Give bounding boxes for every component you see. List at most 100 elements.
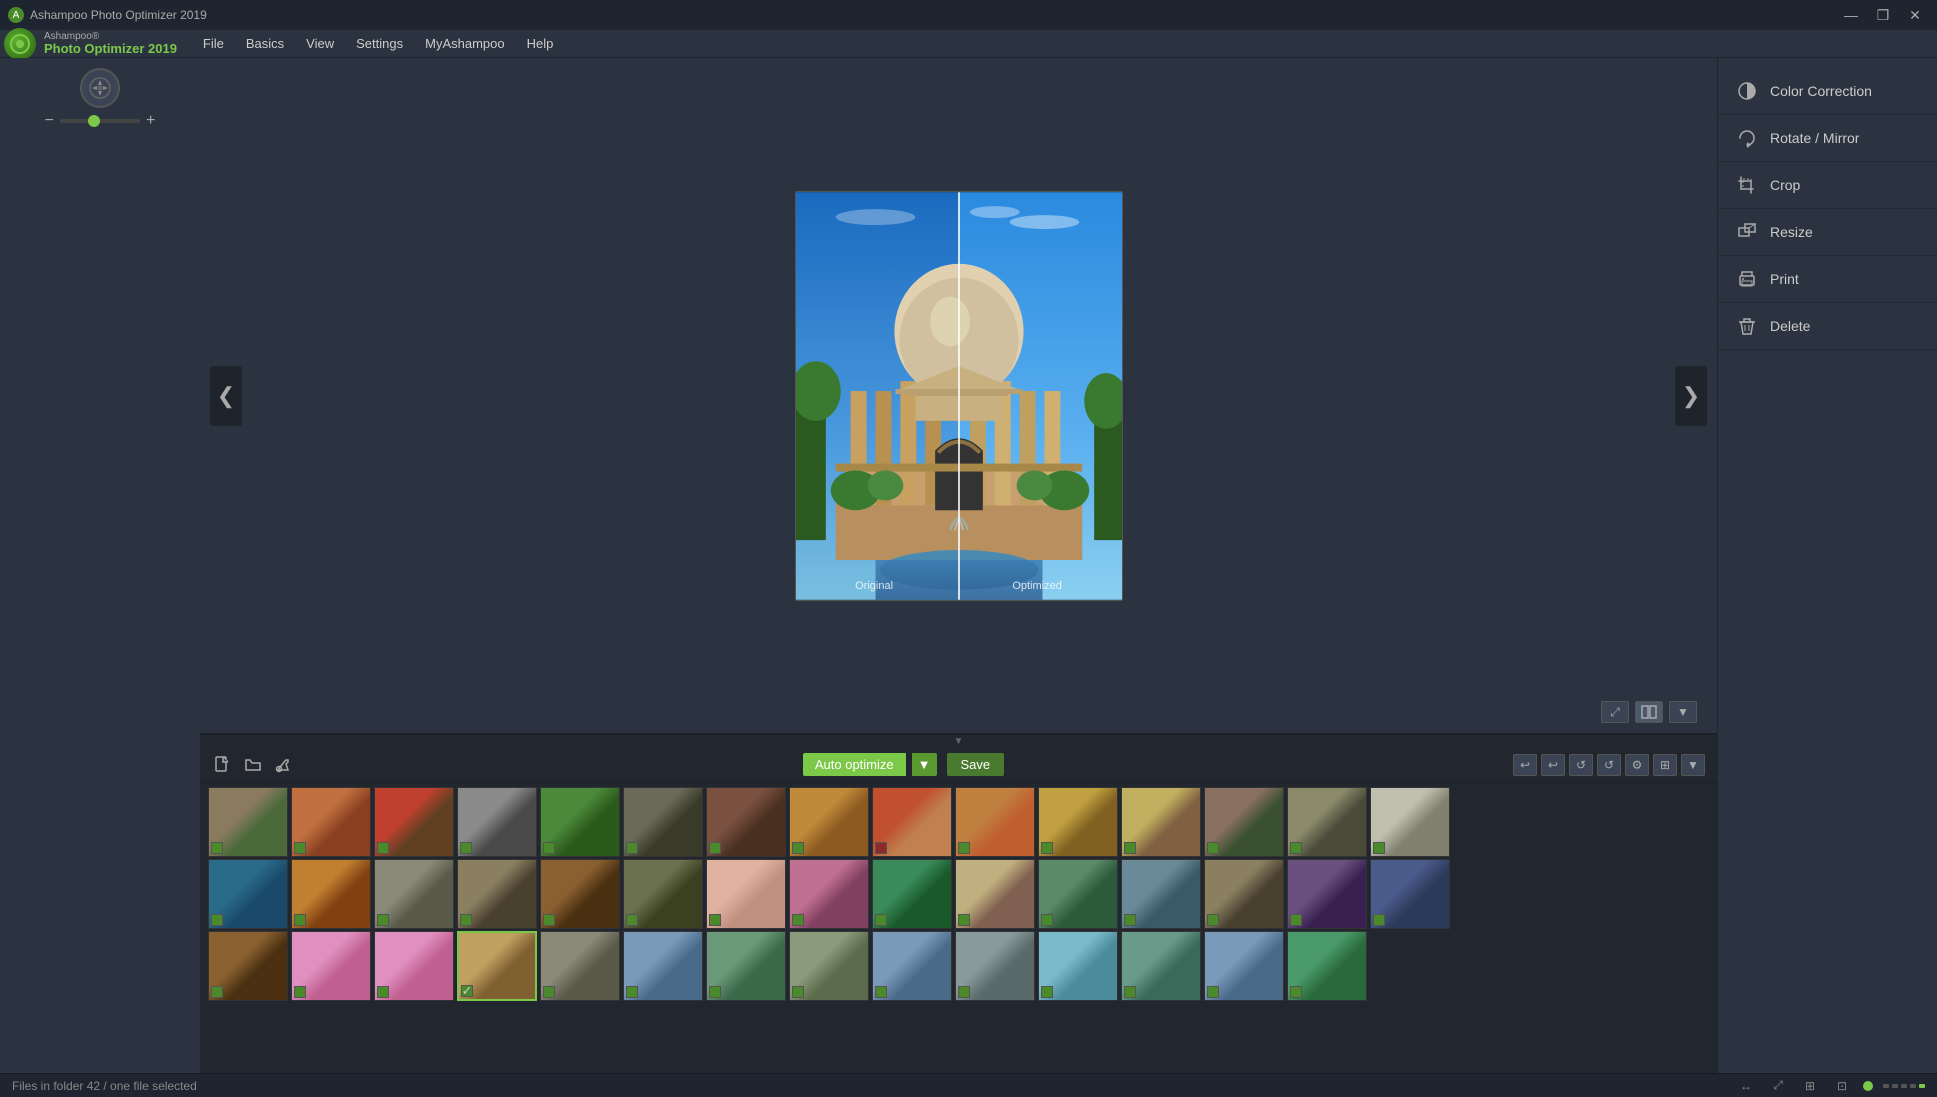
resize-icon [1736, 221, 1758, 243]
zoom-plus[interactable]: + [146, 112, 155, 130]
right-panel: Color Correction Rotate / Mirror Crop [1717, 58, 1937, 1073]
title-bar-left: A Ashampoo Photo Optimizer 2019 [8, 7, 207, 23]
settings-small-button[interactable]: ⚙ [1625, 754, 1649, 776]
list-item[interactable] [706, 859, 786, 929]
single-status-button[interactable]: ⊡ [1831, 1075, 1853, 1097]
toolbar-strip: Auto optimize ▼ Save ↩ ↩ ↺ ↺ ⚙ ⊞ ▼ [200, 747, 1717, 783]
menu-settings[interactable]: Settings [346, 32, 413, 55]
next-button[interactable]: ❯ [1675, 366, 1707, 426]
list-item[interactable] [1287, 787, 1367, 857]
list-item[interactable] [1038, 787, 1118, 857]
list-item[interactable] [623, 859, 703, 929]
save-button[interactable]: Save [947, 753, 1005, 776]
list-item[interactable] [1287, 859, 1367, 929]
list-item[interactable] [540, 931, 620, 1001]
expand-panel-button[interactable]: ▼ [1681, 754, 1705, 776]
redo-button[interactable]: ↺ [1569, 754, 1593, 776]
split-view-button[interactable] [1635, 701, 1663, 723]
list-item[interactable] [291, 787, 371, 857]
list-item[interactable] [706, 787, 786, 857]
zoom-slider-thumb[interactable] [88, 115, 100, 127]
status-right: ↔ ⤢ ⊞ ⊡ [1735, 1075, 1925, 1097]
list-item[interactable] [374, 787, 454, 857]
grid-status-button[interactable]: ⊞ [1799, 1075, 1821, 1097]
list-item[interactable] [374, 931, 454, 1001]
crop-label: Crop [1770, 177, 1800, 193]
list-item[interactable] [789, 859, 869, 929]
list-item[interactable] [208, 931, 288, 1001]
auto-optimize-button[interactable]: Auto optimize [803, 753, 906, 776]
list-item[interactable] [955, 859, 1035, 929]
restore-button[interactable]: ❐ [1869, 4, 1897, 26]
prev-button[interactable]: ❮ [210, 366, 242, 426]
list-item[interactable] [374, 859, 454, 929]
fit-page-button[interactable]: ⤢ [1767, 1075, 1789, 1097]
menu-basics[interactable]: Basics [236, 32, 294, 55]
sidebar-item-crop[interactable]: Crop [1718, 162, 1937, 209]
list-item[interactable] [291, 931, 371, 1001]
list-item[interactable] [1204, 859, 1284, 929]
list-item[interactable] [1121, 859, 1201, 929]
close-button[interactable]: ✕ [1901, 4, 1929, 26]
undo-button[interactable]: ↩ [1513, 754, 1537, 776]
fullscreen-button[interactable]: ⤢ [1601, 701, 1629, 723]
menu-view[interactable]: View [296, 32, 344, 55]
list-item[interactable] [540, 859, 620, 929]
list-item[interactable] [1204, 787, 1284, 857]
sidebar-item-print[interactable]: Print [1718, 256, 1937, 303]
print-label: Print [1770, 271, 1799, 287]
product-label: Photo Optimizer 2019 [44, 42, 177, 56]
list-item[interactable] [623, 787, 703, 857]
sidebar-item-color-correction[interactable]: Color Correction [1718, 68, 1937, 115]
chevron-down-button[interactable]: ▼ [1669, 701, 1697, 723]
redo2-button[interactable]: ↺ [1597, 754, 1621, 776]
list-item[interactable] [540, 787, 620, 857]
list-item[interactable] [789, 931, 869, 1001]
list-item[interactable] [1038, 859, 1118, 929]
sidebar-item-rotate-mirror[interactable]: Rotate / Mirror [1718, 115, 1937, 162]
zoom-slider[interactable] [60, 119, 140, 123]
open-folder-button[interactable] [242, 754, 264, 776]
title-bar-controls: — ❐ ✕ [1837, 4, 1929, 26]
list-item[interactable] [457, 859, 537, 929]
list-item[interactable] [706, 931, 786, 1001]
list-item[interactable] [208, 787, 288, 857]
color-correction-icon [1736, 80, 1758, 102]
sidebar-item-resize[interactable]: Resize [1718, 209, 1937, 256]
list-item[interactable] [457, 787, 537, 857]
pan-control[interactable] [80, 68, 120, 108]
menu-myashampoo[interactable]: MyAshampoo [415, 32, 514, 55]
list-item[interactable] [1121, 787, 1201, 857]
list-item[interactable] [623, 931, 703, 1001]
menu-help[interactable]: Help [517, 32, 564, 55]
grid-view-button[interactable]: ⊞ [1653, 754, 1677, 776]
tools-button[interactable] [272, 754, 294, 776]
list-item[interactable] [789, 787, 869, 857]
auto-optimize-dropdown[interactable]: ▼ [912, 753, 937, 776]
thumbnail-toggle[interactable]: ▼ [200, 735, 1717, 747]
list-item[interactable] [1121, 931, 1201, 1001]
fit-width-button[interactable]: ↔ [1735, 1075, 1757, 1097]
new-file-button[interactable] [212, 754, 234, 776]
list-item[interactable] [208, 859, 288, 929]
main-layout: − + ❮ [0, 58, 1937, 1073]
undo2-button[interactable]: ↩ [1541, 754, 1565, 776]
list-item[interactable] [955, 787, 1035, 857]
list-item[interactable] [872, 859, 952, 929]
minimize-button[interactable]: — [1837, 4, 1865, 26]
list-item[interactable] [955, 931, 1035, 1001]
sidebar-item-delete[interactable]: Delete [1718, 303, 1937, 350]
list-item[interactable] [291, 859, 371, 929]
list-item[interactable] [1287, 931, 1367, 1001]
list-item[interactable] [1370, 859, 1450, 929]
list-item[interactable] [1038, 931, 1118, 1001]
list-item[interactable] [1204, 931, 1284, 1001]
nav-control: − + [45, 68, 156, 130]
list-item[interactable]: ✓ [457, 931, 537, 1001]
list-item[interactable] [1370, 787, 1450, 857]
dot-5 [1919, 1084, 1925, 1088]
zoom-minus[interactable]: − [45, 112, 54, 130]
menu-file[interactable]: File [193, 32, 234, 55]
list-item[interactable] [872, 787, 952, 857]
list-item[interactable] [872, 931, 952, 1001]
